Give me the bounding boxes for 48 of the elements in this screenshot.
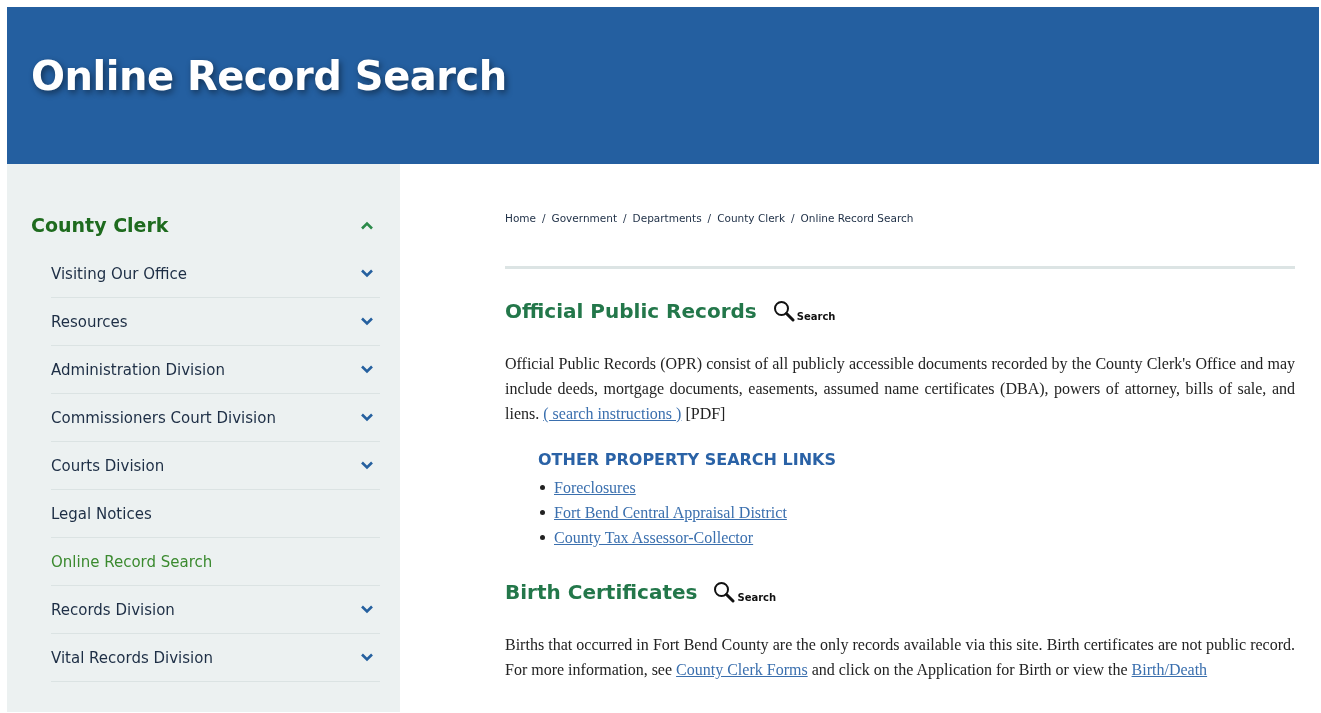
text-link[interactable]: County Clerk Forms: [676, 661, 808, 678]
sidebar-link[interactable]: Records Division: [51, 600, 175, 619]
chevron-down-icon[interactable]: [360, 461, 374, 470]
sidebar-link[interactable]: Legal Notices: [51, 504, 152, 523]
sidebar-heading[interactable]: County Clerk: [31, 214, 169, 236]
breadcrumb-link[interactable]: Departments: [632, 212, 702, 224]
search-icon: [713, 581, 736, 603]
chevron-down-icon[interactable]: [360, 413, 374, 422]
body-paragraph: Births that occurred in Fort Bend County are the only records available via this site. Birth certificates are not public record. For more information, see County Clerk Forms and click on the Application for Birth or view the Birth/Death: [505, 635, 1295, 681]
page-title: Online Record Search: [31, 52, 507, 99]
search-link[interactable]: Search: [772, 300, 836, 322]
search-label: Search: [737, 592, 777, 603]
breadcrumb-link[interactable]: Government: [551, 212, 618, 224]
list-link[interactable]: Foreclosures: [554, 475, 636, 500]
search-icon: [772, 300, 795, 322]
chevron-up-icon[interactable]: [360, 220, 374, 230]
bullet-icon: [540, 485, 545, 490]
sidebar-link[interactable]: Courts Division: [51, 456, 165, 475]
search-link[interactable]: Search: [713, 581, 777, 603]
breadcrumb-separator: /: [542, 212, 546, 224]
chevron-down-icon[interactable]: [360, 317, 374, 326]
body-paragraph: Official Public Records (OPR) consist of all publicly accessible documents recorded by the County Clerk's Office and may include deeds, mortgage documents, easements, assumed name certificates (DBA), powers of attorney, bills of sale, and liens. ( search instructions ) [PDF]: [505, 354, 1295, 425]
breadcrumb-separator: /: [707, 212, 712, 224]
text-link[interactable]: ( search instructions ): [543, 405, 682, 422]
sidebar-link[interactable]: Visiting Our Office: [51, 264, 187, 283]
search-label: Search: [796, 311, 836, 322]
breadcrumb-separator: /: [623, 212, 627, 224]
bullet-icon: [540, 510, 545, 515]
sidebar-link[interactable]: Vital Records Division: [51, 648, 213, 667]
section-heading: Birth Certificates: [505, 580, 698, 604]
sidebar-link[interactable]: Resources: [51, 312, 128, 331]
breadcrumb-link[interactable]: Home: [505, 212, 536, 224]
breadcrumb-link[interactable]: County Clerk: [717, 212, 785, 224]
list-link[interactable]: County Tax Assessor-Collector: [554, 525, 754, 550]
section-heading: Official Public Records: [505, 299, 757, 323]
chevron-down-icon[interactable]: [360, 605, 374, 614]
sidebar-link[interactable]: Online Record Search: [51, 552, 213, 571]
chevron-down-icon[interactable]: [360, 365, 374, 374]
subsection-heading: OTHER PROPERTY SEARCH LINKS: [538, 450, 838, 469]
bullet-icon: [540, 535, 545, 540]
breadcrumb-separator: /: [791, 212, 795, 224]
breadcrumb-link[interactable]: Online Record Search: [800, 212, 914, 224]
chevron-down-icon[interactable]: [360, 269, 374, 278]
list-link[interactable]: Fort Bend Central Appraisal District: [554, 500, 787, 525]
sidebar-link[interactable]: Commissioners Court Division: [51, 408, 276, 427]
chevron-down-icon[interactable]: [360, 653, 374, 662]
sidebar-link[interactable]: Administration Division: [51, 360, 225, 379]
text-link[interactable]: Birth/Death: [1131, 661, 1208, 678]
